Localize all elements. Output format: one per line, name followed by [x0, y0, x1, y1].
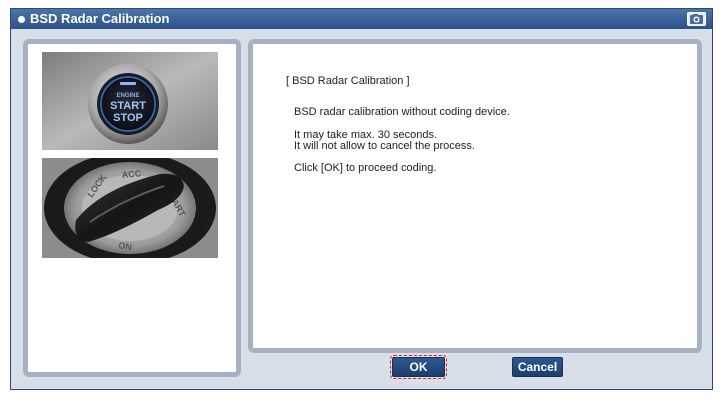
- start-stop-button-image: ENGINE START STOP: [42, 52, 218, 150]
- ignition-key-image: LOCK ACC START ON: [42, 158, 218, 258]
- camera-icon[interactable]: [687, 12, 706, 26]
- acc-label: ACC: [121, 168, 142, 180]
- message-line-3: It will not allow to cancel the process.: [294, 140, 475, 152]
- engine-label: ENGINE: [116, 93, 139, 99]
- title-bar: BSD Radar Calibration: [11, 9, 712, 29]
- message-line-4: Click [OK] to proceed coding.: [294, 162, 437, 174]
- bullet-icon: [18, 15, 25, 23]
- window-title: BSD Radar Calibration: [30, 11, 170, 26]
- ok-button[interactable]: OK: [390, 355, 447, 379]
- calibration-dialog: BSD Radar Calibration ENGINE START STOP …: [10, 8, 713, 390]
- message-line-1: BSD radar calibration without coding dev…: [294, 106, 510, 118]
- start-label: START: [110, 100, 146, 112]
- image-panel: ENGINE START STOP LOCK ACC START ON: [23, 39, 241, 377]
- message-heading: [ BSD Radar Calibration ]: [286, 75, 410, 87]
- message-panel: [ BSD Radar Calibration ] BSD radar cali…: [248, 39, 702, 353]
- stop-label: STOP: [113, 112, 143, 124]
- cancel-button[interactable]: Cancel: [512, 357, 563, 377]
